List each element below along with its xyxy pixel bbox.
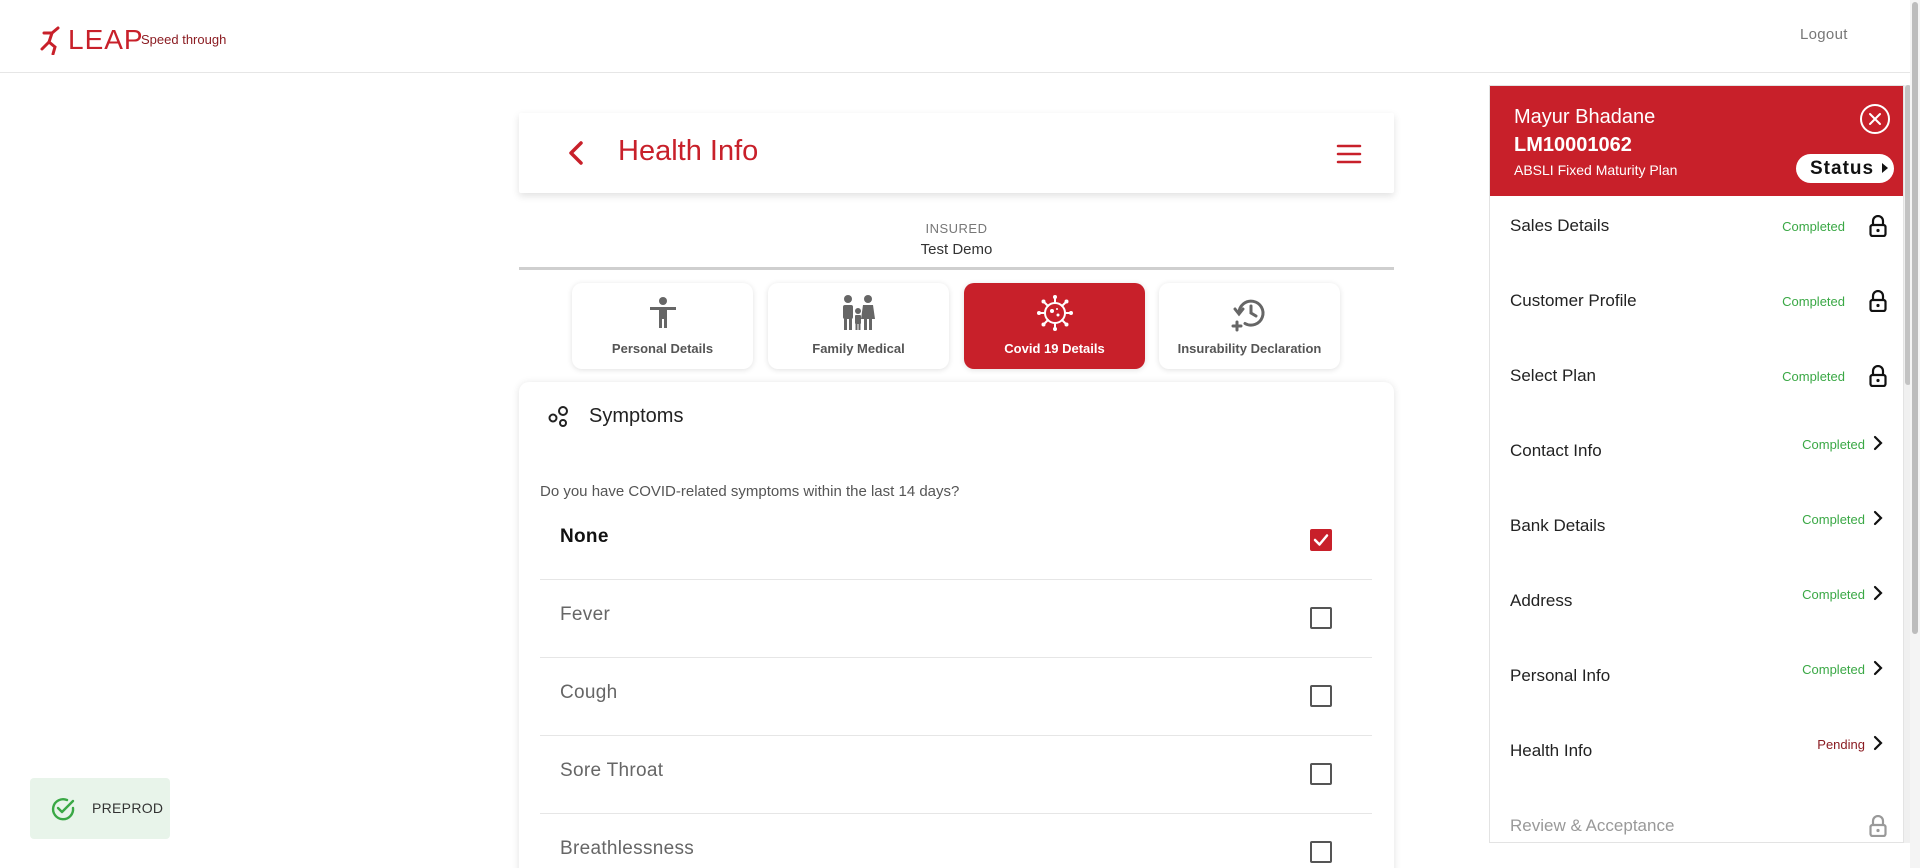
virus-icon (964, 293, 1145, 333)
tab-label: Covid 19 Details (1004, 341, 1105, 356)
step-label: Sales Details (1510, 216, 1610, 235)
tab-label: Family Medical (812, 341, 905, 356)
chevron-right-icon (1867, 656, 1889, 680)
step-label: Customer Profile (1510, 291, 1637, 310)
step-label: Personal Info (1510, 666, 1611, 685)
environment-label: PREPROD (92, 800, 164, 816)
chevron-right-icon (1867, 506, 1889, 530)
lock-icon (1867, 214, 1889, 238)
close-icon (1869, 113, 1881, 125)
symptoms-card: Symptoms Do you have COVID-related sympt… (519, 382, 1394, 868)
history-add-icon (1159, 293, 1340, 333)
top-bar: LEAP Speed through Logout (0, 0, 1920, 73)
runner-logo-icon (40, 26, 60, 55)
application-progress-panel: Mayur Bhadane LM10001062 ABSLI Fixed Mat… (1489, 85, 1904, 843)
step-address[interactable]: Address Completed (1490, 571, 1903, 646)
environment-badge: PREPROD (30, 778, 170, 839)
step-status: Completed (1802, 587, 1865, 602)
hamburger-menu-icon (1336, 144, 1362, 164)
step-sales-details[interactable]: Sales Details Completed (1490, 196, 1903, 271)
lock-icon (1867, 289, 1889, 313)
customer-name: Mayur Bhadane (1514, 106, 1656, 128)
symptom-option-none[interactable]: None (540, 502, 1372, 580)
step-customer-profile[interactable]: Customer Profile Completed (1490, 271, 1903, 346)
step-label: Contact Info (1510, 441, 1602, 460)
checkbox[interactable] (1310, 685, 1332, 707)
chevron-right-icon (1867, 431, 1889, 455)
check-icon (1313, 534, 1329, 546)
brand-name: LEAP (68, 24, 144, 55)
step-review-acceptance: Review & Acceptance (1490, 796, 1903, 842)
step-status: Pending (1817, 737, 1865, 752)
step-select-plan[interactable]: Select Plan Completed (1490, 346, 1903, 421)
step-label: Address (1510, 591, 1573, 610)
symptom-option-breathlessness[interactable]: Breathlessness (540, 814, 1372, 868)
menu-button[interactable] (1334, 139, 1364, 169)
step-status: Completed (1782, 369, 1845, 384)
symptom-option-fever[interactable]: Fever (540, 580, 1372, 658)
person-icon (572, 293, 753, 333)
symptoms-icon (548, 406, 568, 427)
checkbox[interactable] (1310, 529, 1332, 551)
step-label: Review & Acceptance (1510, 816, 1675, 835)
customer-id: LM10001062 (1514, 134, 1632, 156)
tab-personal-details[interactable]: Personal Details (572, 283, 753, 369)
page-header-card: Health Info (519, 113, 1394, 193)
brand-logo[interactable]: LEAP (38, 24, 144, 56)
symptoms-question: Do you have COVID-related symptoms withi… (540, 483, 960, 500)
step-status: Completed (1782, 219, 1845, 234)
check-circle-icon (51, 798, 75, 821)
option-label: Cough (560, 682, 618, 703)
lock-icon (1867, 814, 1889, 838)
back-button[interactable] (559, 135, 595, 171)
insured-divider (519, 267, 1394, 270)
lock-icon (1867, 364, 1889, 388)
symptoms-title: Symptoms (589, 405, 684, 427)
page-scrollbar[interactable] (1910, 0, 1920, 868)
tab-family-medical[interactable]: Family Medical (768, 283, 949, 369)
checkbox[interactable] (1310, 607, 1332, 629)
step-status: Completed (1802, 512, 1865, 527)
step-status: Completed (1782, 294, 1845, 309)
tab-insurability-declaration[interactable]: Insurability Declaration (1159, 283, 1340, 369)
step-status: Completed (1802, 662, 1865, 677)
scrollbar-thumb[interactable] (1912, 2, 1918, 634)
tab-covid-19-details[interactable]: Covid 19 Details (964, 283, 1145, 369)
tab-label: Insurability Declaration (1177, 341, 1322, 356)
step-health-info[interactable]: Health Info Pending (1490, 721, 1903, 796)
step-personal-info[interactable]: Personal Info Completed (1490, 646, 1903, 721)
symptom-option-sore-throat[interactable]: Sore Throat (540, 736, 1372, 814)
plan-name: ABSLI Fixed Maturity Plan (1514, 162, 1678, 178)
option-label: Breathlessness (560, 838, 695, 859)
option-label: Sore Throat (560, 760, 664, 781)
chevron-right-icon (1867, 581, 1889, 605)
checkbox[interactable] (1310, 841, 1332, 863)
step-label: Select Plan (1510, 366, 1596, 385)
checkbox[interactable] (1310, 763, 1332, 785)
insured-name: Test Demo (920, 241, 993, 258)
step-label: Health Info (1510, 741, 1593, 760)
status-label: Status (1810, 158, 1875, 179)
step-bank-details[interactable]: Bank Details Completed (1490, 496, 1903, 571)
status-button[interactable]: Status (1796, 154, 1894, 183)
option-label: None (560, 526, 609, 547)
insured-label: INSURED (925, 221, 988, 236)
option-label: Fever (560, 604, 611, 625)
chevron-right-icon (1867, 731, 1889, 755)
customer-header: Mayur Bhadane LM10001062 ABSLI Fixed Mat… (1490, 86, 1903, 196)
step-label: Bank Details (1510, 516, 1606, 535)
family-icon (768, 293, 949, 333)
tab-label: Personal Details (611, 341, 714, 356)
page-title: Health Info (618, 135, 759, 167)
symptom-option-cough[interactable]: Cough (540, 658, 1372, 736)
play-arrow-icon (1882, 163, 1888, 173)
brand-tagline: Speed through (141, 32, 227, 47)
close-button[interactable] (1860, 104, 1890, 134)
step-contact-info[interactable]: Contact Info Completed (1490, 421, 1903, 496)
logout-link[interactable]: Logout (1800, 26, 1848, 43)
chevron-left-icon (569, 141, 583, 165)
step-status: Completed (1802, 437, 1865, 452)
